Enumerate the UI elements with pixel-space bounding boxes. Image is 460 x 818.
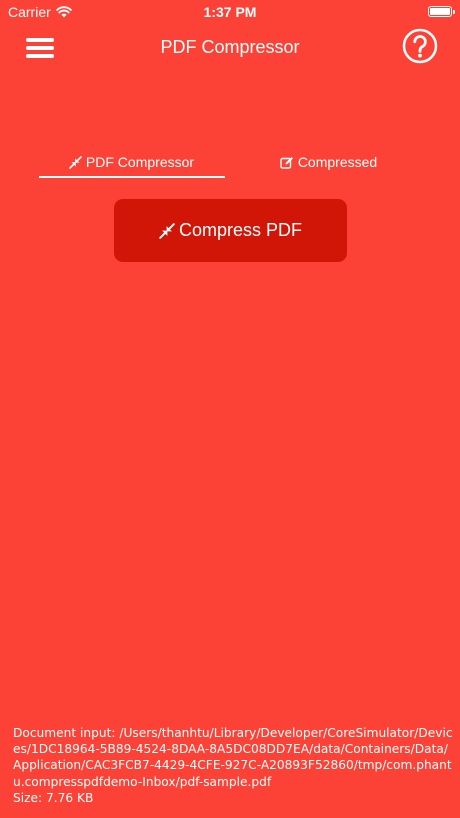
page-title: PDF Compressor [160,37,300,57]
compress-pdf-button-label: Compress PDF [178,220,303,240]
battery-icon [428,6,455,17]
question-circle-icon[interactable] [402,28,438,64]
compress-arrows-icon [69,155,82,169]
edit-square-icon [280,156,293,169]
document-info: Document input: /Users/thanhtu/Library/D… [13,725,453,806]
tab-compressed[interactable]: Compressed [236,146,421,178]
selected-tab-indicator [39,176,225,178]
tab-pdf-compressor-label: PDF Compressor [85,154,195,170]
nav-bar: PDF Compressor [0,26,460,70]
document-input-label: Document input: [13,726,116,740]
compress-arrows-icon [159,222,175,239]
document-size-line: Size: 7.76 KB [13,790,453,806]
document-input-line: Document input: /Users/thanhtu/Library/D… [13,725,453,790]
clock: 1:37 PM [203,4,257,20]
tab-compressed-label: Compressed [297,154,378,170]
compress-pdf-button[interactable]: Compress PDF [114,199,347,262]
status-bar: Carrier 1:37 PM [0,0,460,26]
battery-nub [453,9,455,14]
document-size-label: Size: [13,790,43,805]
document-size: 7.76 KB [46,790,94,805]
tab-bar: PDF Compressor Compressed [0,146,460,180]
battery-level [430,8,450,15]
tab-pdf-compressor[interactable]: PDF Compressor [39,146,224,178]
